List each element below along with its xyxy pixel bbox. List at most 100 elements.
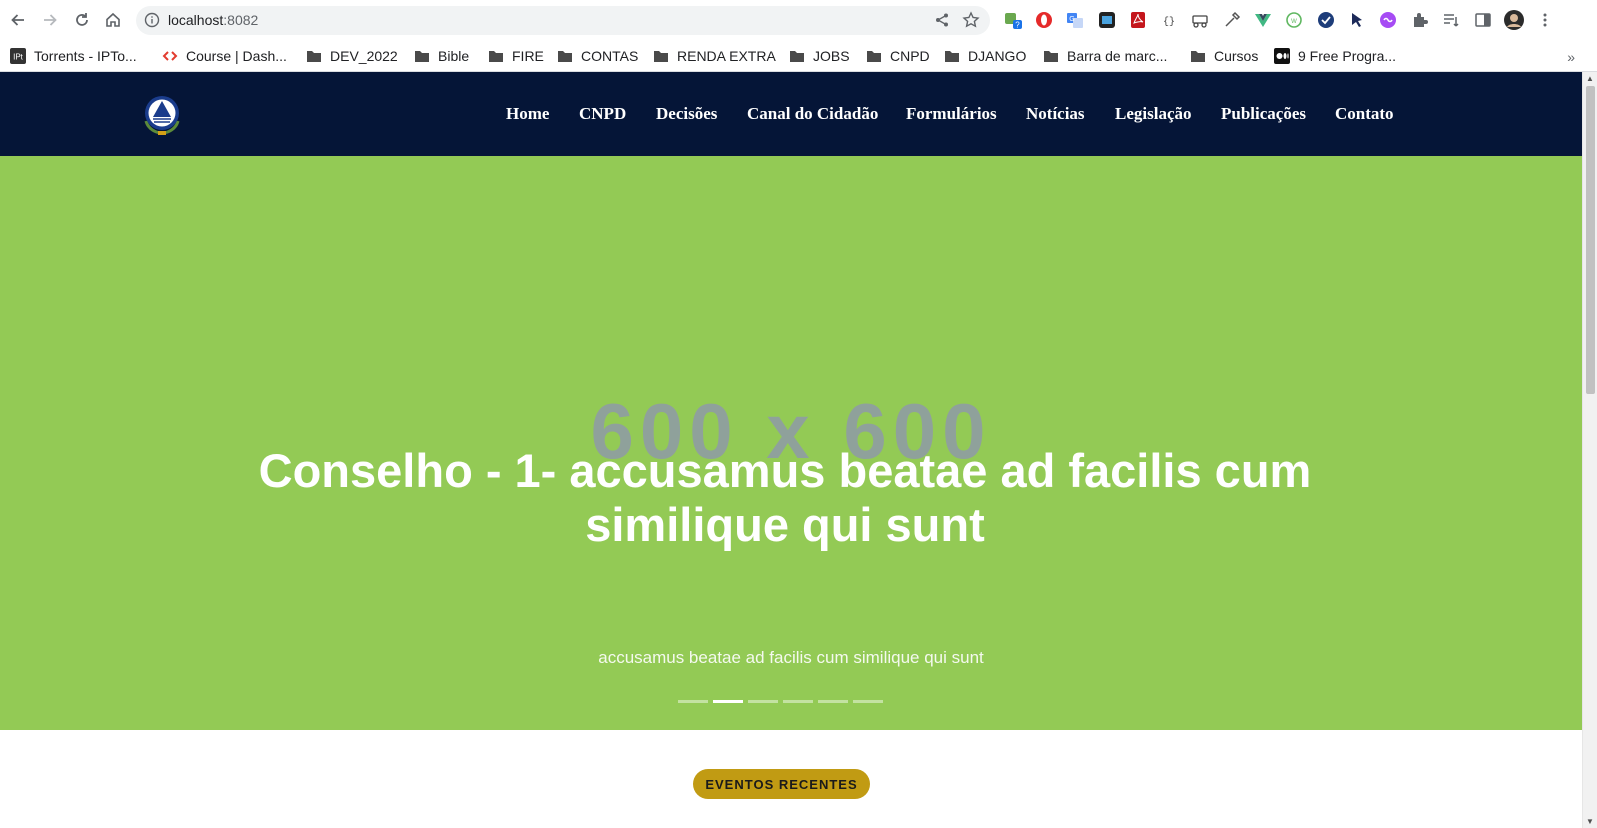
vue-devtools-icon[interactable] — [1253, 10, 1273, 30]
home-icon[interactable] — [101, 8, 125, 32]
nav-cnpd[interactable]: CNPD — [579, 104, 626, 124]
bookmark-folder-jobs[interactable]: JOBS — [789, 44, 850, 68]
carousel-indicator[interactable] — [748, 700, 778, 703]
eyedropper-icon[interactable] — [1222, 10, 1242, 30]
nav-legislacao[interactable]: Legislação — [1115, 104, 1192, 124]
folder-icon — [790, 51, 804, 62]
translate-icon[interactable]: G — [1065, 10, 1085, 30]
folder-icon — [1191, 51, 1205, 62]
scroll-down-icon[interactable]: ▼ — [1586, 817, 1594, 826]
nav-contato[interactable]: Contato — [1335, 104, 1394, 124]
bookmark-label: RENDA EXTRA — [677, 48, 776, 64]
folder-icon — [867, 51, 881, 62]
loop-extension-icon[interactable] — [1378, 10, 1398, 30]
carousel-indicators — [678, 700, 888, 704]
bookmark-label: CONTAS — [581, 48, 639, 64]
extension-puzzle-badge-icon[interactable]: ? — [1003, 10, 1023, 30]
svg-text:?: ? — [1015, 21, 1020, 30]
svg-text:{}: {} — [1163, 16, 1175, 28]
carousel-indicator[interactable] — [853, 700, 883, 703]
folder-icon — [1044, 51, 1058, 62]
hero-carousel[interactable]: 600 x 600 Conselho - 1- accusamus beatae… — [0, 156, 1582, 730]
bookmark-free-programming[interactable]: 9 Free Progra... — [1274, 44, 1396, 68]
profile-avatar-icon[interactable] — [1504, 10, 1524, 30]
bookmark-folder-contas[interactable]: CONTAS — [557, 44, 638, 68]
pdf-icon[interactable] — [1128, 10, 1148, 30]
json-formatter-icon[interactable]: {} — [1159, 10, 1179, 30]
bookmark-course[interactable]: Course | Dash... — [162, 44, 287, 68]
carousel-indicator[interactable] — [783, 700, 813, 703]
folder-icon — [489, 51, 503, 62]
bookmark-folder-django[interactable]: DJANGO — [944, 44, 1026, 68]
bookmark-folder-dev-2022[interactable]: DEV_2022 — [306, 44, 398, 68]
bookmark-folder-renda-extra[interactable]: RENDA EXTRA — [653, 44, 776, 68]
forward-icon[interactable] — [38, 8, 62, 32]
page-scrollbar[interactable]: ▲ ▼ — [1582, 72, 1597, 828]
hero-subtitle: accusamus beatae ad facilis cum similiqu… — [598, 648, 984, 667]
bookmarks-overflow-icon[interactable]: » — [1567, 49, 1575, 65]
extensions-puzzle-icon[interactable] — [1410, 10, 1430, 30]
side-panel-icon[interactable] — [1473, 10, 1493, 30]
bookmark-folder-bible[interactable]: Bible — [414, 44, 469, 68]
folder-icon — [558, 51, 572, 62]
opera-icon[interactable] — [1034, 10, 1054, 30]
screen-capture-icon[interactable] — [1097, 10, 1117, 30]
browser-toolbar: localhost:8082 ? G {} W — [0, 0, 1597, 40]
scroll-up-icon[interactable]: ▲ — [1586, 74, 1594, 83]
browser-menu-icon[interactable] — [1535, 10, 1555, 30]
bookmark-folder-fire[interactable]: FIRE — [488, 44, 544, 68]
url-text: localhost:8082 — [168, 12, 258, 28]
bookmark-label: DEV_2022 — [330, 48, 398, 64]
reload-icon[interactable] — [70, 8, 94, 32]
reading-list-icon[interactable] — [1441, 10, 1461, 30]
folder-icon — [307, 51, 321, 62]
nav-canal-do-cidadao[interactable]: Canal do Cidadão — [747, 104, 878, 124]
bookmark-folder-cursos[interactable]: Cursos — [1190, 44, 1258, 68]
medium-favicon — [1274, 48, 1290, 64]
folder-icon — [654, 51, 668, 62]
whatsapp-icon[interactable]: W — [1284, 10, 1304, 30]
folder-icon — [945, 51, 959, 62]
svg-text:W: W — [1291, 19, 1297, 25]
bookmark-label: 9 Free Progra... — [1298, 48, 1397, 64]
share-icon[interactable] — [934, 12, 950, 28]
carousel-indicator[interactable] — [818, 700, 848, 703]
scooter-icon[interactable] — [1190, 10, 1210, 30]
bookmark-label: Cursos — [1214, 48, 1259, 64]
bookmark-folder-barra-de-marcadores[interactable]: Barra de marc... — [1043, 44, 1167, 68]
course-favicon — [162, 51, 178, 61]
bookmark-label: Course | Dash... — [186, 48, 287, 64]
hero-title: Conselho - 1- accusamus beatae ad facili… — [258, 444, 1312, 551]
url-port: :8082 — [223, 12, 259, 28]
bookmark-label: Torrents - IPTo... — [34, 48, 137, 64]
site-info-icon[interactable] — [144, 12, 160, 28]
bookmark-label: DJANGO — [968, 48, 1027, 64]
scrollbar-thumb[interactable] — [1586, 86, 1595, 394]
bookmark-star-icon[interactable] — [962, 11, 980, 29]
nav-publicacoes[interactable]: Publicações — [1221, 104, 1306, 124]
page-viewport: Home CNPD Decisões Canal do Cidadão Form… — [0, 72, 1582, 828]
bookmark-label: Bible — [438, 48, 470, 64]
bookmark-label: FIRE — [512, 48, 544, 64]
bookmarks-bar: IPt Torrents - IPTo... Course | Dash... … — [0, 40, 1597, 72]
back-icon[interactable] — [6, 8, 30, 32]
nav-home[interactable]: Home — [506, 104, 549, 124]
site-header: Home CNPD Decisões Canal do Cidadão Form… — [0, 72, 1582, 156]
nav-formularios[interactable]: Formulários — [906, 104, 997, 124]
nav-decisoes[interactable]: Decisões — [656, 104, 717, 124]
bookmark-label: CNPD — [890, 48, 930, 64]
svg-text:G: G — [1069, 16, 1074, 23]
url-host: localhost — [168, 12, 224, 28]
nav-noticias[interactable]: Notícias — [1026, 104, 1085, 124]
cursor-arrow-icon[interactable] — [1347, 10, 1367, 30]
bookmark-folder-cnpd[interactable]: CNPD — [866, 44, 930, 68]
iptorrents-favicon: IPt — [10, 48, 26, 64]
address-bar[interactable]: localhost:8082 — [136, 6, 990, 35]
site-logo[interactable] — [138, 91, 186, 139]
checkmark-circle-icon[interactable] — [1316, 10, 1336, 30]
carousel-indicator-active[interactable] — [713, 700, 743, 703]
svg-text:IPt: IPt — [13, 53, 24, 62]
bookmark-iptorrents[interactable]: IPt Torrents - IPTo... — [10, 44, 137, 68]
eventos-recentes-button[interactable]: EVENTOS RECENTES — [693, 769, 870, 799]
carousel-indicator[interactable] — [678, 700, 708, 703]
